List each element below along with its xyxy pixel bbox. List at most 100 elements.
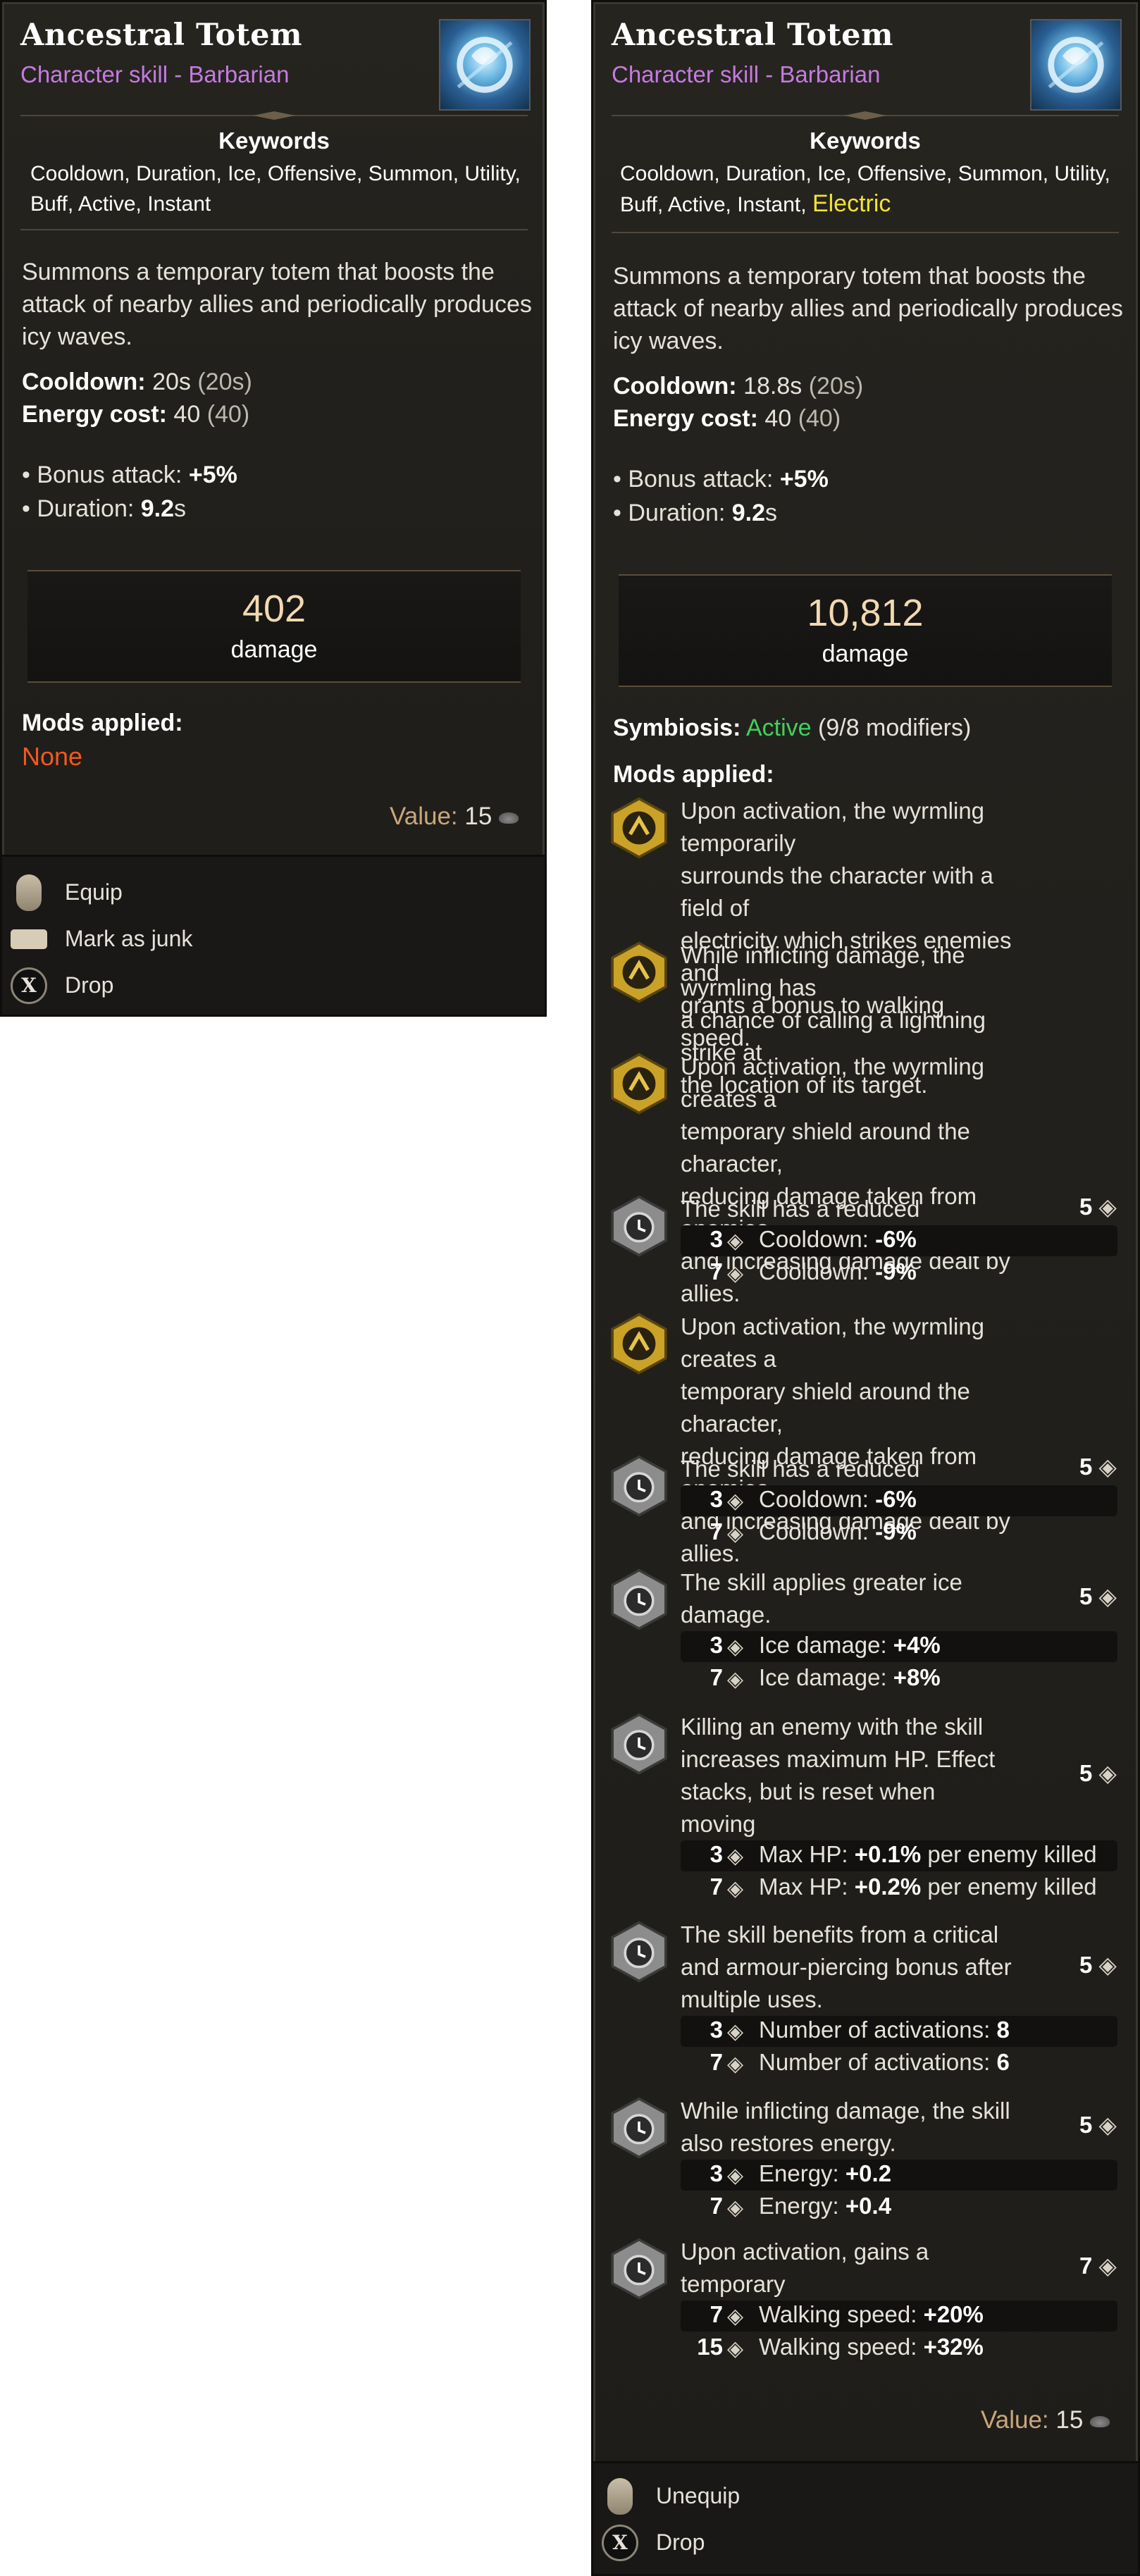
tier-label: Max HP: (759, 1841, 855, 1867)
gem-icon: ◈ (727, 1490, 744, 1513)
cooldown-stat: Cooldown: 18.8s (20s) (613, 373, 863, 400)
tier-effect: Number of activations: 6 (759, 2049, 1010, 2076)
cooldown-stat: Cooldown: 20s (20s) (22, 369, 252, 396)
tier-threshold: 3 (710, 1841, 723, 1867)
cooldown-label: Cooldown: (613, 373, 737, 400)
mod-description-line: While inflicting damage, the skill (681, 2098, 1010, 2124)
duration-stat: • Duration: 9.2s (22, 495, 186, 523)
tier-threshold: 7 (710, 1518, 723, 1544)
bonus-attack-label: • Bonus attack: (613, 466, 780, 493)
ice-shard-icon (607, 1568, 671, 1631)
mod-tier-row: 7 ◈ Cooldown: -9% (681, 1518, 1117, 1549)
gem-icon: ◈ (727, 1230, 744, 1253)
mark-as-junk-label: Mark as junk (65, 926, 193, 951)
value-amount: 15 (464, 803, 492, 830)
mod-description: The skill applies greater ice damage. (681, 1566, 1012, 1631)
value-amount: 15 (1055, 2406, 1084, 2434)
mod-description-line: Upon activation, the wyrmling creates a (681, 1053, 985, 1112)
keywords-title: Keywords (218, 128, 330, 154)
mod-tier-row: 7 ◈ Cooldown: -9% (681, 1258, 1117, 1289)
mod-cost: 5 ◈ (1079, 1951, 1117, 1979)
tier-effect: Cooldown: -6% (759, 1226, 917, 1253)
unequip-action[interactable]: Unequip (593, 2473, 1138, 2520)
bonus-attack-stat: • Bonus attack: +5% (613, 466, 829, 493)
tier-effect: Max HP: +0.1% per enemy killed (759, 1841, 1097, 1868)
mod-tier-row: 7 ◈ Number of activations: 6 (681, 2048, 1117, 2079)
mod-description-line: multiple uses. (681, 1986, 823, 2012)
tier-label: Ice damage: (759, 1664, 893, 1690)
tier-value: -6% (875, 1486, 917, 1512)
critical-swirl-icon (607, 1920, 671, 1983)
gem-icon: ◈ (1098, 1952, 1117, 1978)
mark-as-junk-action[interactable]: Mark as junk (2, 916, 545, 962)
duration-value: 9.2 (140, 495, 175, 522)
tier-value: -9% (875, 1258, 917, 1284)
mouse-icon (16, 874, 42, 911)
drop-label: Drop (65, 972, 114, 998)
mod-cost-value: 5 (1079, 1454, 1099, 1480)
mods-applied-title: Mods applied: (613, 761, 774, 788)
mod-description-line: Upon activation, the wyrmling temporaril… (681, 798, 985, 856)
description-line: icy waves. (22, 323, 132, 350)
mod-tier-row: 15 ◈ Walking speed: +32% (681, 2333, 1117, 2364)
gem-icon: ◈ (1098, 1760, 1117, 1786)
mod-description-line: surrounds the character with a field of (681, 862, 993, 921)
description-line: icy waves. (613, 328, 724, 354)
symbiosis-active: Active (745, 714, 812, 741)
duration-value: 9.2 (731, 500, 766, 526)
keywords-list: Cooldown, Duration, Ice, Offensive, Summ… (620, 159, 1134, 220)
gem-icon: ◈ (1098, 1583, 1117, 1609)
bonus-attack-stat: • Bonus attack: +5% (22, 462, 237, 489)
mod-tier-row: 7 ◈ Ice damage: +8% (681, 1664, 1117, 1695)
mods-none: None (22, 742, 83, 771)
mod-description-line: The skill applies greater ice (681, 1569, 962, 1595)
tier-effect: Cooldown: -6% (759, 1486, 917, 1513)
mod-description-line: also restores energy. (681, 2130, 896, 2156)
duration-label: • Duration: (613, 500, 732, 526)
wyrmling-shield-icon (607, 1052, 671, 1115)
mod-cost-value: 7 (1079, 2253, 1099, 2279)
energy-value: 40 (173, 401, 201, 428)
tier-label: Number of activations: (759, 2017, 997, 2043)
tier-value: +0.2% (854, 1874, 922, 1900)
skill-description: Summons a temporary totem that boosts th… (22, 256, 536, 353)
bonus-attack-value: +5% (779, 466, 829, 493)
tier-threshold: 7 (710, 1874, 723, 1900)
cooldown-clock-icon (607, 1454, 671, 1518)
tier-threshold: 7 (710, 2301, 723, 2327)
key-icon (11, 929, 47, 949)
ancestral-totem-skill-icon (1030, 19, 1122, 111)
tier-effect: Walking speed: +32% (759, 2334, 984, 2360)
mod-description-line: and armour-piercing bonus after (681, 1954, 1012, 1980)
mod-description-line: Upon activation, gains a temporary (681, 2238, 929, 2297)
description-line: Summons a temporary totem that boosts th… (613, 263, 1086, 290)
x-button-icon: X (11, 967, 47, 1004)
duration-label: • Duration: (22, 495, 141, 522)
tier-label: Walking speed: (759, 2334, 924, 2360)
mod-cost: 5 ◈ (1079, 1453, 1117, 1480)
tier-value: +0.2 (845, 2160, 892, 2186)
mod-cost: 5 ◈ (1079, 1759, 1117, 1787)
action-bar: Unequip X Drop (593, 2461, 1138, 2574)
energy-cost-stat: Energy cost: 40 (40) (22, 401, 249, 428)
mouse-icon (607, 2478, 633, 2515)
energy-base: (40) (206, 401, 250, 428)
mod-tier-row: 3 ◈ Energy: +0.2 (681, 2160, 1117, 2191)
tier-effect: Walking speed: +20% (759, 2301, 984, 2328)
tier-value: -9% (875, 1518, 917, 1544)
drop-action[interactable]: X Drop (2, 962, 545, 1009)
electric-keyword: Electric (812, 190, 891, 217)
mod-description-line: temporary shield around the character, (681, 1118, 970, 1177)
duration-unit: s (765, 500, 778, 526)
equip-action[interactable]: Equip (2, 869, 545, 916)
coin-icon (499, 812, 519, 824)
drop-action[interactable]: X Drop (593, 2520, 1138, 2566)
mod-cost: 5 ◈ (1079, 1583, 1117, 1610)
bonus-attack-value: +5% (188, 462, 237, 488)
mod-description-line: increases maximum HP. Effect (681, 1746, 996, 1772)
energy-label: Energy cost: (22, 401, 167, 428)
unequip-label: Unequip (656, 2483, 741, 2508)
tier-label: Number of activations: (759, 2049, 997, 2075)
tier-label: Cooldown: (759, 1518, 876, 1544)
tier-value: 6 (996, 2049, 1010, 2075)
